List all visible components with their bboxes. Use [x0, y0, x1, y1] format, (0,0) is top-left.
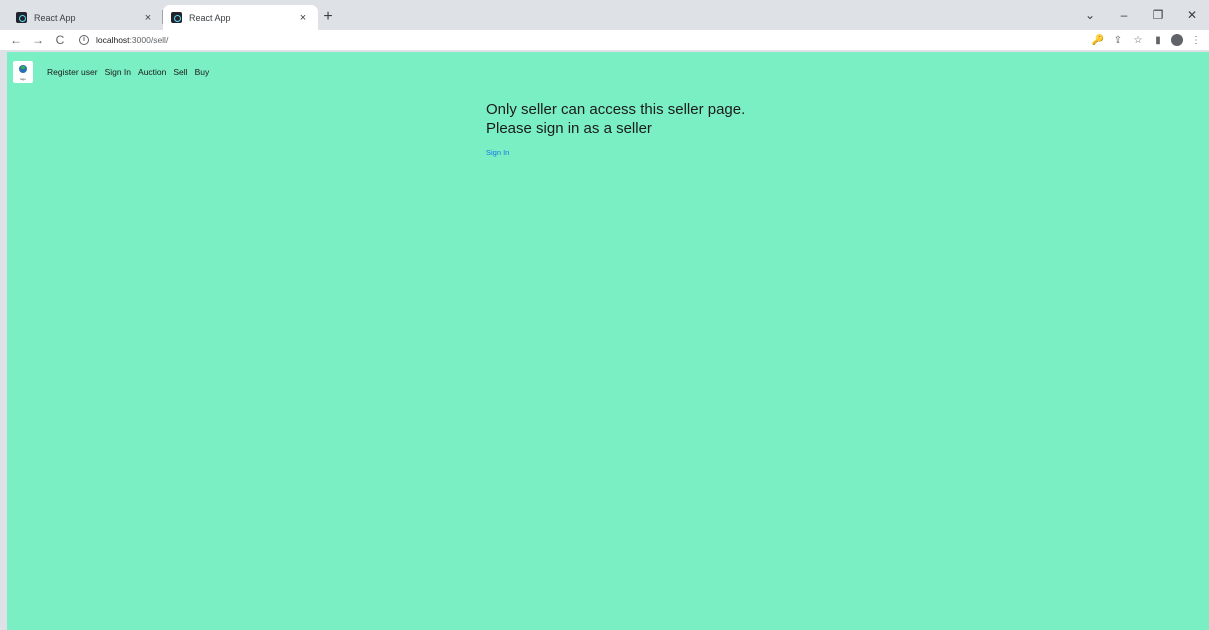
tab-close-icon[interactable]: ×	[296, 12, 310, 24]
tab-react-app-1[interactable]: React App ×	[8, 5, 163, 30]
minimize-button[interactable]: –	[1107, 8, 1141, 22]
sign-in-link[interactable]: Sign In	[486, 148, 509, 157]
app-navbar: logo Register user Sign In Auction Sell …	[7, 52, 1209, 92]
nav-auction[interactable]: Auction	[138, 67, 166, 77]
window-controls: ⌄ – ❐ ✕	[1073, 0, 1209, 30]
tab-react-app-2[interactable]: React App ×	[163, 5, 318, 30]
tab-strip: React App × React App × + ⌄ – ❐ ✕	[0, 0, 1209, 30]
side-panel-icon[interactable]: ▮	[1151, 35, 1165, 46]
tab-title: React App	[34, 12, 76, 23]
browser-window: React App × React App × + ⌄ – ❐ ✕ ← → C …	[0, 0, 1209, 630]
tab-title: React App	[189, 12, 231, 23]
access-denied-message: Only seller can access this seller page.…	[486, 101, 746, 137]
browser-toolbar: ← → C i localhost:3000/sell/ 🔑 ⇪ ☆ ▮ ⋮	[0, 30, 1209, 50]
more-menu-icon[interactable]: ⋮	[1189, 35, 1203, 46]
nav-sign-in[interactable]: Sign In	[105, 67, 131, 77]
globe-icon	[19, 65, 27, 73]
access-message-block: Only seller can access this seller page.…	[486, 100, 746, 160]
forward-button[interactable]: →	[29, 31, 47, 49]
app-logo[interactable]: logo	[13, 61, 33, 83]
nav-buy[interactable]: Buy	[195, 67, 210, 77]
logo-text: logo	[20, 77, 26, 81]
site-info-icon[interactable]: i	[79, 35, 89, 45]
page-viewport: logo Register user Sign In Auction Sell …	[7, 52, 1209, 630]
url-host: localhost	[96, 35, 130, 45]
back-button[interactable]: ←	[7, 31, 25, 49]
restore-button[interactable]: ❐	[1141, 8, 1175, 22]
new-tab-button[interactable]: +	[318, 7, 338, 27]
profile-avatar-icon[interactable]	[1171, 34, 1183, 46]
url-path: :3000/sell/	[129, 35, 169, 45]
tab-search-chevron-icon[interactable]: ⌄	[1073, 8, 1107, 22]
tab-close-icon[interactable]: ×	[141, 12, 155, 24]
nav-links: Register user Sign In Auction Sell Buy	[47, 67, 209, 77]
react-favicon-icon	[16, 12, 27, 23]
nav-sell[interactable]: Sell	[173, 67, 187, 77]
share-icon[interactable]: ⇪	[1111, 35, 1125, 46]
nav-register-user[interactable]: Register user	[47, 67, 98, 77]
password-key-icon[interactable]: 🔑	[1091, 35, 1105, 46]
react-favicon-icon	[171, 12, 182, 23]
reload-button[interactable]: C	[51, 31, 69, 49]
close-window-button[interactable]: ✕	[1175, 8, 1209, 22]
toolbar-icons: 🔑 ⇪ ☆ ▮ ⋮	[1091, 30, 1203, 50]
address-bar[interactable]: i localhost:3000/sell/	[79, 31, 1149, 49]
bookmark-star-icon[interactable]: ☆	[1131, 35, 1145, 46]
